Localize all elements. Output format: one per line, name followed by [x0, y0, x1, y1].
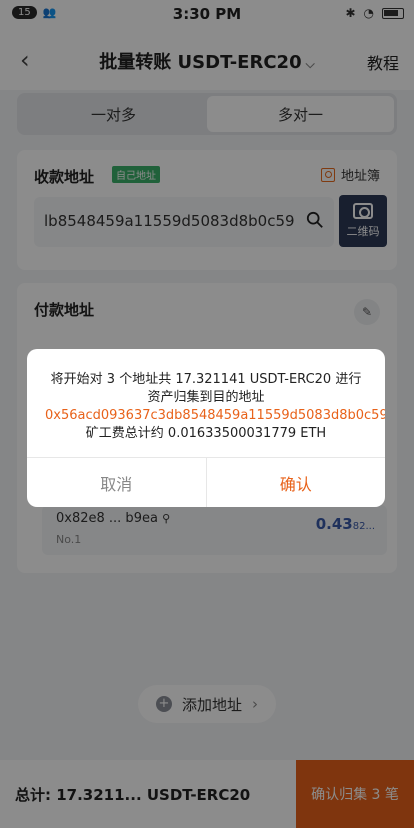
dialog-cancel-button[interactable]: 取消 [27, 458, 207, 507]
dialog-destination-address: 0x56acd093637c3db8548459a11559d5083d8b0c… [45, 408, 385, 423]
dialog-confirm-button[interactable]: 确认 [207, 458, 386, 507]
dialog-message: 将开始对 3 个地址共 17.321141 USDT-ERC20 进行资产归集到… [45, 371, 385, 443]
confirm-dialog: 将开始对 3 个地址共 17.321141 USDT-ERC20 进行资产归集到… [27, 349, 385, 507]
dialog-buttons: 取消 确认 [27, 457, 385, 507]
dialog-message-part1: 将开始对 3 个地址共 17.321141 USDT-ERC20 进行资产归集到… [50, 372, 362, 405]
